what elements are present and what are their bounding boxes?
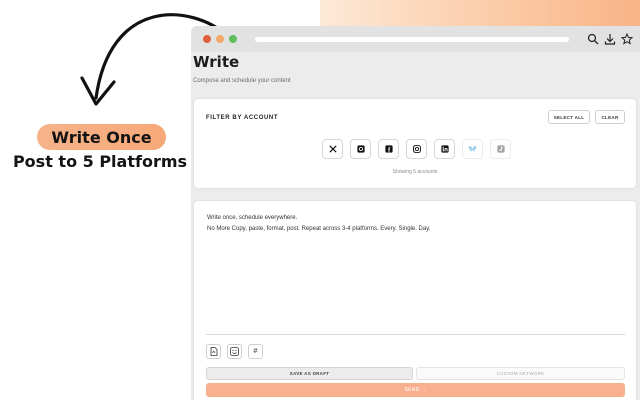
hashtag-button[interactable]: # — [248, 344, 263, 359]
page-title: Write — [193, 53, 240, 71]
account-x[interactable] — [322, 139, 343, 159]
compose-card: Write once, schedule everywhere. No More… — [194, 201, 636, 400]
attach-document-button[interactable] — [206, 344, 221, 359]
image-icon — [230, 347, 239, 356]
compose-line-1: Write once, schedule everywhere. — [207, 215, 298, 221]
compose-divider — [206, 334, 625, 335]
send-button[interactable]: SEND → — [206, 383, 625, 397]
compose-textarea[interactable]: Write once, schedule everywhere. No More… — [207, 213, 430, 235]
clear-button[interactable]: CLEAR — [595, 110, 625, 124]
linkedin-icon — [440, 145, 449, 153]
x-icon — [328, 145, 337, 153]
accounts-count: Showing 5 accounts — [392, 169, 438, 175]
promo-headline: Write Once — [51, 127, 152, 147]
search-icon[interactable] — [587, 33, 599, 45]
filter-label: FILTER BY ACCOUNT — [206, 115, 279, 121]
address-bar[interactable] — [255, 37, 569, 42]
save-as-draft-button[interactable]: SAVE AS DRAFT — [206, 367, 413, 380]
browser-window: Write Compose and schedule your content … — [191, 26, 640, 400]
promo-headline-pill: Write Once — [37, 124, 166, 150]
tiktok-icon — [496, 145, 505, 153]
compose-line-2: No More Copy, paste, format, post. Repea… — [207, 226, 431, 232]
select-all-button[interactable]: SELECT ALL — [548, 110, 590, 124]
hashtag-icon: # — [253, 348, 258, 355]
document-icon — [210, 347, 217, 356]
account-tiktok[interactable] — [490, 139, 511, 159]
account-bluesky[interactable] — [462, 139, 483, 159]
close-window-button[interactable] — [203, 35, 211, 43]
account-threads[interactable] — [350, 139, 371, 159]
attach-image-button[interactable] — [227, 344, 242, 359]
account-instagram[interactable] — [406, 139, 427, 159]
promo-subheadline: Post to 5 Platforms — [12, 152, 188, 171]
account-linkedin[interactable] — [434, 139, 455, 159]
custom-network-button[interactable]: CUSTOM NETWORK — [416, 367, 625, 380]
filter-card: FILTER BY ACCOUNT SELECT ALL CLEAR Showi… — [194, 99, 636, 188]
page-subtitle: Compose and schedule your content — [193, 78, 291, 84]
star-icon[interactable] — [621, 33, 633, 45]
browser-chrome — [191, 26, 640, 52]
threads-icon — [356, 145, 365, 153]
download-icon[interactable] — [604, 33, 616, 45]
maximize-window-button[interactable] — [229, 35, 237, 43]
minimize-window-button[interactable] — [216, 35, 224, 43]
instagram-icon — [412, 145, 421, 153]
bluesky-icon — [468, 146, 477, 152]
facebook-icon — [384, 145, 393, 153]
account-facebook[interactable] — [378, 139, 399, 159]
